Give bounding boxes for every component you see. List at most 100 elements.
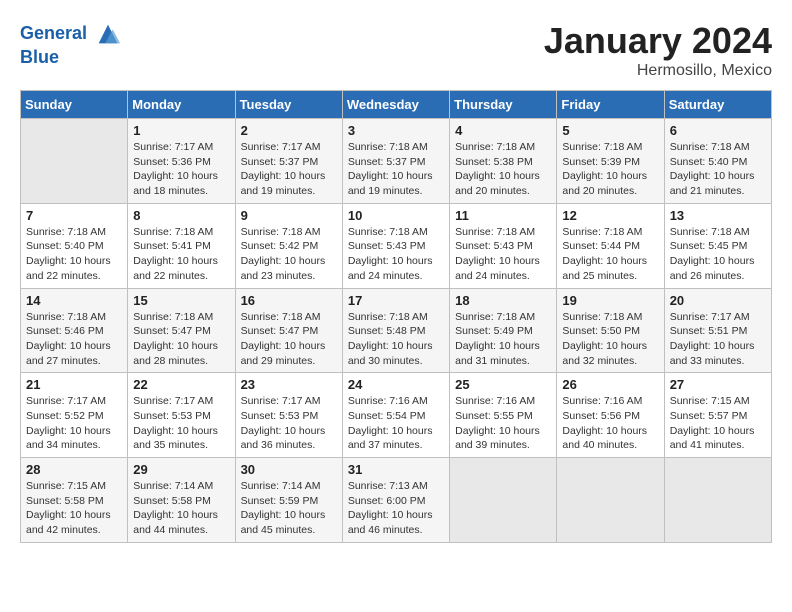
- calendar-cell: 3 Sunrise: 7:18 AMSunset: 5:37 PMDaylight…: [342, 119, 449, 204]
- weekday-header: Monday: [128, 91, 235, 119]
- calendar-week-row: 14Sunrise: 7:18 AMSunset: 5:46 PMDayligh…: [21, 288, 772, 373]
- day-info: Sunrise: 7:18 AMSunset: 5:37 PMDaylight:…: [348, 140, 444, 199]
- calendar-cell: 25Sunrise: 7:16 AMSunset: 5:55 PMDayligh…: [450, 373, 557, 458]
- day-info: Sunrise: 7:18 AMSunset: 5:42 PMDaylight:…: [241, 225, 337, 284]
- calendar-cell: 2 Sunrise: 7:17 AMSunset: 5:37 PMDaylight…: [235, 119, 342, 204]
- calendar-cell: 16 Sunrise: 7:18 AMSunset: 5:47 PMDayligh…: [235, 288, 342, 373]
- weekday-header-row: SundayMondayTuesdayWednesdayThursdayFrid…: [21, 91, 772, 119]
- day-number: 17: [348, 293, 444, 308]
- day-info: Sunrise: 7:18 AMSunset: 5:38 PMDaylight:…: [455, 140, 551, 199]
- day-number: 2: [241, 123, 337, 138]
- day-info: Sunrise: 7:13 AMSunset: 6:00 PMDaylight:…: [348, 479, 444, 538]
- day-info: Sunrise: 7:18 AMSunset: 5:40 PMDaylight:…: [670, 140, 766, 199]
- day-info: Sunrise: 7:17 AMSunset: 5:53 PMDaylight:…: [241, 394, 337, 453]
- day-info: Sunrise: 7:15 AMSunset: 5:58 PMDaylight:…: [26, 479, 122, 538]
- calendar-cell: 11 Sunrise: 7:18 AMSunset: 5:43 PMDayligh…: [450, 203, 557, 288]
- day-number: 26: [562, 377, 658, 392]
- day-number: 18: [455, 293, 551, 308]
- calendar-week-row: 21 Sunrise: 7:17 AMSunset: 5:52 PMDayligh…: [21, 373, 772, 458]
- calendar-cell: 4 Sunrise: 7:18 AMSunset: 5:38 PMDaylight…: [450, 119, 557, 204]
- calendar-cell: 1 Sunrise: 7:17 AMSunset: 5:36 PMDaylight…: [128, 119, 235, 204]
- weekday-header: Wednesday: [342, 91, 449, 119]
- day-number: 4: [455, 123, 551, 138]
- day-number: 8: [133, 208, 229, 223]
- day-number: 23: [241, 377, 337, 392]
- day-info: Sunrise: 7:18 AMSunset: 5:47 PMDaylight:…: [133, 310, 229, 369]
- day-number: 12: [562, 208, 658, 223]
- calendar-cell: 7Sunrise: 7:18 AMSunset: 5:40 PMDaylight…: [21, 203, 128, 288]
- calendar-cell: 14Sunrise: 7:18 AMSunset: 5:46 PMDayligh…: [21, 288, 128, 373]
- day-info: Sunrise: 7:14 AMSunset: 5:58 PMDaylight:…: [133, 479, 229, 538]
- day-info: Sunrise: 7:18 AMSunset: 5:43 PMDaylight:…: [348, 225, 444, 284]
- day-info: Sunrise: 7:18 AMSunset: 5:47 PMDaylight:…: [241, 310, 337, 369]
- calendar-cell: 17Sunrise: 7:18 AMSunset: 5:48 PMDayligh…: [342, 288, 449, 373]
- page-header: General Blue January 2024 Hermosillo, Me…: [20, 20, 772, 80]
- calendar-cell: 10 Sunrise: 7:18 AMSunset: 5:43 PMDayligh…: [342, 203, 449, 288]
- calendar-cell: 28 Sunrise: 7:15 AMSunset: 5:58 PMDayligh…: [21, 458, 128, 543]
- title-block: January 2024 Hermosillo, Mexico: [544, 20, 772, 80]
- day-info: Sunrise: 7:17 AMSunset: 5:36 PMDaylight:…: [133, 140, 229, 199]
- day-number: 9: [241, 208, 337, 223]
- day-info: Sunrise: 7:17 AMSunset: 5:37 PMDaylight:…: [241, 140, 337, 199]
- calendar-cell: 15 Sunrise: 7:18 AMSunset: 5:47 PMDayligh…: [128, 288, 235, 373]
- day-number: 7: [26, 208, 122, 223]
- day-number: 1: [133, 123, 229, 138]
- day-number: 30: [241, 462, 337, 477]
- calendar-cell: 20 Sunrise: 7:17 AMSunset: 5:51 PMDayligh…: [664, 288, 771, 373]
- location-subtitle: Hermosillo, Mexico: [544, 62, 772, 80]
- calendar-cell: [664, 458, 771, 543]
- day-number: 10: [348, 208, 444, 223]
- day-number: 3: [348, 123, 444, 138]
- calendar-cell: 26 Sunrise: 7:16 AMSunset: 5:56 PMDayligh…: [557, 373, 664, 458]
- calendar-cell: 13 Sunrise: 7:18 AMSunset: 5:45 PMDayligh…: [664, 203, 771, 288]
- calendar-week-row: 28 Sunrise: 7:15 AMSunset: 5:58 PMDayligh…: [21, 458, 772, 543]
- day-info: Sunrise: 7:18 AMSunset: 5:44 PMDaylight:…: [562, 225, 658, 284]
- calendar-cell: 24Sunrise: 7:16 AMSunset: 5:54 PMDayligh…: [342, 373, 449, 458]
- day-info: Sunrise: 7:18 AMSunset: 5:39 PMDaylight:…: [562, 140, 658, 199]
- day-info: Sunrise: 7:16 AMSunset: 5:54 PMDaylight:…: [348, 394, 444, 453]
- day-number: 29: [133, 462, 229, 477]
- calendar-cell: 23 Sunrise: 7:17 AMSunset: 5:53 PMDayligh…: [235, 373, 342, 458]
- day-info: Sunrise: 7:18 AMSunset: 5:41 PMDaylight:…: [133, 225, 229, 284]
- calendar-cell: 19Sunrise: 7:18 AMSunset: 5:50 PMDayligh…: [557, 288, 664, 373]
- calendar-week-row: 7Sunrise: 7:18 AMSunset: 5:40 PMDaylight…: [21, 203, 772, 288]
- day-number: 13: [670, 208, 766, 223]
- day-info: Sunrise: 7:17 AMSunset: 5:53 PMDaylight:…: [133, 394, 229, 453]
- calendar-cell: 21 Sunrise: 7:17 AMSunset: 5:52 PMDayligh…: [21, 373, 128, 458]
- weekday-header: Thursday: [450, 91, 557, 119]
- calendar-cell: 31Sunrise: 7:13 AMSunset: 6:00 PMDayligh…: [342, 458, 449, 543]
- day-number: 15: [133, 293, 229, 308]
- calendar-cell: 22 Sunrise: 7:17 AMSunset: 5:53 PMDayligh…: [128, 373, 235, 458]
- day-number: 5: [562, 123, 658, 138]
- calendar-cell: 27Sunrise: 7:15 AMSunset: 5:57 PMDayligh…: [664, 373, 771, 458]
- day-number: 20: [670, 293, 766, 308]
- day-number: 16: [241, 293, 337, 308]
- day-info: Sunrise: 7:16 AMSunset: 5:55 PMDaylight:…: [455, 394, 551, 453]
- logo-text-blue: Blue: [20, 48, 122, 68]
- weekday-header: Saturday: [664, 91, 771, 119]
- day-info: Sunrise: 7:18 AMSunset: 5:49 PMDaylight:…: [455, 310, 551, 369]
- day-info: Sunrise: 7:17 AMSunset: 5:52 PMDaylight:…: [26, 394, 122, 453]
- calendar-table: SundayMondayTuesdayWednesdayThursdayFrid…: [20, 90, 772, 543]
- month-title: January 2024: [544, 20, 772, 62]
- logo-text: General: [20, 20, 122, 48]
- day-info: Sunrise: 7:17 AMSunset: 5:51 PMDaylight:…: [670, 310, 766, 369]
- weekday-header: Tuesday: [235, 91, 342, 119]
- weekday-header: Friday: [557, 91, 664, 119]
- calendar-cell: 9 Sunrise: 7:18 AMSunset: 5:42 PMDaylight…: [235, 203, 342, 288]
- calendar-cell: [557, 458, 664, 543]
- logo: General Blue: [20, 20, 122, 68]
- day-number: 11: [455, 208, 551, 223]
- calendar-cell: 8 Sunrise: 7:18 AMSunset: 5:41 PMDaylight…: [128, 203, 235, 288]
- calendar-cell: 12 Sunrise: 7:18 AMSunset: 5:44 PMDayligh…: [557, 203, 664, 288]
- calendar-cell: [21, 119, 128, 204]
- calendar-cell: [450, 458, 557, 543]
- day-info: Sunrise: 7:18 AMSunset: 5:43 PMDaylight:…: [455, 225, 551, 284]
- day-info: Sunrise: 7:18 AMSunset: 5:45 PMDaylight:…: [670, 225, 766, 284]
- calendar-cell: 29 Sunrise: 7:14 AMSunset: 5:58 PMDayligh…: [128, 458, 235, 543]
- day-number: 22: [133, 377, 229, 392]
- day-info: Sunrise: 7:16 AMSunset: 5:56 PMDaylight:…: [562, 394, 658, 453]
- day-number: 28: [26, 462, 122, 477]
- day-number: 21: [26, 377, 122, 392]
- calendar-cell: 5 Sunrise: 7:18 AMSunset: 5:39 PMDaylight…: [557, 119, 664, 204]
